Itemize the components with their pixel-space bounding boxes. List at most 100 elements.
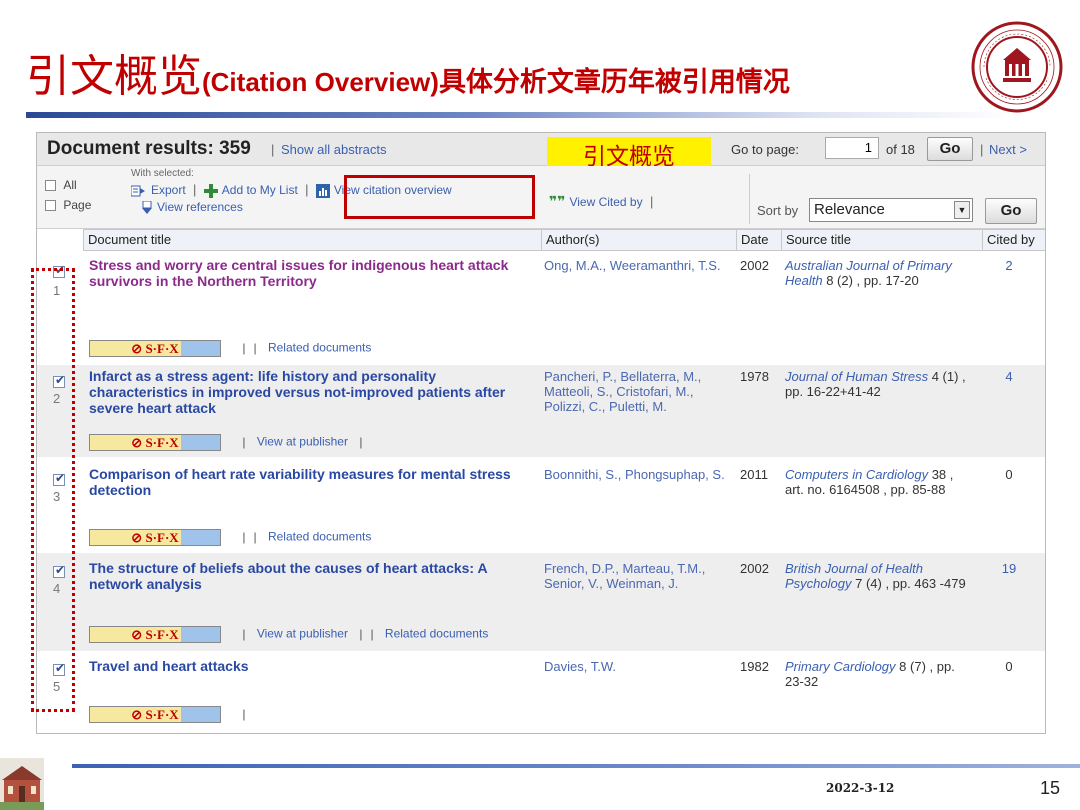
column-authors[interactable]: Author(s) [541,229,737,251]
view-cited-by-line: ❞❞ View Cited by | [549,193,653,210]
sfx-button[interactable]: ⊘ S·F·X [89,434,221,451]
sfx-label: S·F·X [145,627,179,642]
publication-date: 2002 [740,258,769,273]
source-journal-link[interactable]: Computers in Cardiology [785,467,928,482]
citation-overview-highlight [344,175,535,219]
slide-title-cn-rest: 具体分析文章历年被引用情况 [438,67,790,98]
title-underline-bar [26,112,1016,118]
sfx-label: S·F·X [145,341,179,356]
checkbox-column-highlight [31,268,75,712]
next-page-link[interactable]: Next > [989,142,1027,157]
column-source-title[interactable]: Source title [781,229,983,251]
separator: | [359,626,363,641]
select-all-checkbox[interactable] [45,180,56,192]
sfx-label: S·F·X [145,435,179,450]
view-references-link[interactable]: View references [157,200,243,214]
go-to-page-label: Go to page: [731,142,799,157]
results-panel: Document results: 359 | Show all abstrac… [36,132,1046,734]
show-all-abstracts-link[interactable]: Show all abstracts [281,142,387,157]
citation-overview-icon [315,183,330,198]
sort-by-label: Sort by [757,203,799,218]
slide-title-cn-large: 引文概览 [26,51,202,102]
slide-title: 引文概览 (Citation Overview) 具体分析文章历年被引用情况 [26,40,790,110]
add-plus-icon [203,183,218,198]
source-title: Primary Cardiology 8 (7) , pp. 23-32 [785,659,975,689]
sfx-logo-icon: ⊘ [131,627,143,642]
separator: | [305,182,309,197]
view-cited-by-link[interactable]: View Cited by [569,195,642,209]
with-selected-label: With selected: [131,168,194,179]
separator: | [253,529,257,544]
select-all-option[interactable]: All [45,178,77,192]
separator: | [980,142,984,157]
view-references-line: View references [141,200,243,215]
dropdown-arrow-icon[interactable]: ▼ [954,201,970,219]
source-details: 8 (2) , pp. 17-20 [826,273,919,288]
references-arrow-icon [142,200,152,214]
column-cited-by[interactable]: Cited by [982,229,1045,251]
table-row: ✔ 1 Stress and worry are central issues … [37,251,1045,359]
source-journal-link[interactable]: Journal of Human Stress [785,369,928,384]
university-seal-logo [971,21,1063,113]
row-actions: ⊘ S·F·X | [89,706,253,723]
separator: | [649,194,654,209]
selection-toolbar: All Page With selected: Export | Add to … [37,166,1045,229]
table-row: ✔ 5 Travel and heart attacks Davies, T.W… [37,651,1045,733]
select-page-label: Page [63,198,92,212]
sort-select-value: Relevance [814,201,885,218]
authors-link[interactable]: Ong, M.A., Weeramanthri, T.S. [544,258,736,273]
document-title-link[interactable]: The structure of beliefs about the cause… [89,560,537,592]
column-document-title[interactable]: Document title [83,229,542,251]
publication-date: 1978 [740,369,769,384]
sort-select[interactable]: Relevance ▼ [809,198,973,222]
page-number-input[interactable]: 1 [825,137,879,159]
go-sort-button[interactable]: Go [985,198,1037,224]
select-page-option[interactable]: Page [45,198,91,212]
row-actions: ⊘ S·F·X | View at publisher | [89,434,370,451]
sfx-button[interactable]: ⊘ S·F·X [89,340,221,357]
document-title-link[interactable]: Comparison of heart rate variability mea… [89,466,537,498]
quote-marks-icon: ❞❞ [549,193,566,209]
authors-link[interactable]: Pancheri, P., Bellaterra, M., Matteoli, … [544,369,736,414]
separator: | [359,434,363,449]
row-actions: ⊘ S·F·X | | Related documents [89,340,371,357]
sfx-logo-icon: ⊘ [131,707,143,722]
export-icon [131,185,145,197]
sfx-label: S·F·X [145,530,179,545]
separator: | [242,626,246,641]
column-date[interactable]: Date [736,229,782,251]
sfx-button[interactable]: ⊘ S·F·X [89,529,221,546]
related-documents-link[interactable]: Related documents [385,627,488,641]
document-title-link[interactable]: Infarct as a stress agent: life history … [89,368,537,416]
view-at-publisher-link[interactable]: View at publisher [257,435,348,449]
cited-by-count: 0 [1005,659,1013,674]
export-link[interactable]: Export [151,183,186,197]
results-header: Document results: 359 | Show all abstrac… [37,133,1045,177]
related-documents-link[interactable]: Related documents [268,341,371,355]
document-title-link[interactable]: Stress and worry are central issues for … [89,257,537,289]
authors-link[interactable]: French, D.P., Marteau, T.M., Senior, V.,… [544,561,736,591]
authors-link[interactable]: Boonnithi, S., Phongsuphap, S. [544,467,736,482]
row-actions: ⊘ S·F·X | View at publisher | | Related d… [89,626,488,643]
cited-by-count[interactable]: 2 [989,258,1029,273]
sfx-logo-icon: ⊘ [131,341,143,356]
related-documents-link[interactable]: Related documents [268,530,371,544]
view-at-publisher-link[interactable]: View at publisher [257,627,348,641]
table-row: ✔ 4 The structure of beliefs about the c… [37,553,1045,651]
slide-page-number: 15 [1040,778,1061,798]
go-page-button[interactable]: Go [927,137,973,161]
sfx-button[interactable]: ⊘ S·F·X [89,706,221,723]
cited-by-count[interactable]: 4 [989,369,1029,384]
document-title-link[interactable]: Travel and heart attacks [89,658,537,674]
add-to-my-list-link[interactable]: Add to My List [222,183,298,197]
source-title: Australian Journal of Primary Health 8 (… [785,258,975,288]
footer-line [72,764,1080,768]
authors-link[interactable]: Davies, T.W. [544,659,736,674]
separator: | [253,340,257,355]
cited-by-count[interactable]: 19 [989,561,1029,576]
checkbox-column-highlight-left [31,268,37,712]
select-page-checkbox[interactable] [45,200,56,212]
sfx-button[interactable]: ⊘ S·F·X [89,626,221,643]
source-journal-link[interactable]: Primary Cardiology [785,659,896,674]
separator: | [242,340,246,355]
